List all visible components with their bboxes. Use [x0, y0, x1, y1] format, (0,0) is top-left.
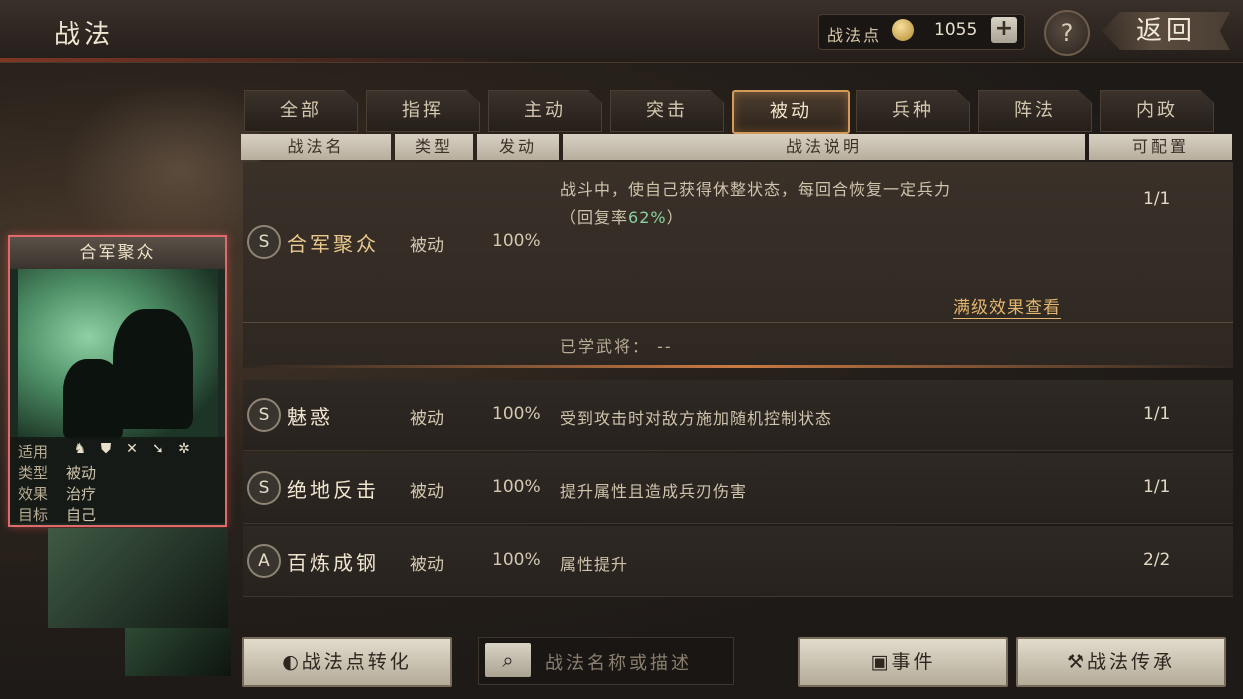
tactic-description: 受到攻击时对敌方施加随机控制状态 [560, 409, 833, 428]
top-bar-accent [0, 58, 520, 62]
wheel-icon: ✲ [178, 441, 190, 457]
tab-command[interactable]: 指挥 [366, 90, 480, 132]
recovery-rate-value: 62% [628, 208, 667, 227]
shield-icon: ⛊ [100, 441, 112, 457]
tactic-name: 百炼成钢 [287, 551, 379, 575]
tab-passive[interactable]: 被动 [732, 90, 850, 134]
learned-generals: 已学武将： -- [560, 333, 673, 357]
tactic-recovery-rate: （回复率62%） [560, 204, 684, 228]
tactic-points-icon [892, 19, 914, 41]
column-header-name: 战法名 [241, 134, 391, 160]
column-header-configurable: 可配置 [1089, 134, 1232, 160]
tactic-description: 提升属性且造成兵刃伤害 [560, 482, 748, 501]
column-header-trigger: 发动 [477, 134, 559, 160]
cavalry-icon: ♞ [73, 441, 87, 457]
search-box[interactable]: ⌕ 战法名称或描述 [478, 637, 734, 685]
tab-active[interactable]: 主动 [488, 90, 602, 132]
learned-generals-value: -- [657, 337, 673, 356]
side-hero-art-lower [125, 628, 231, 676]
recovery-rate-prefix: （回复率 [560, 208, 629, 227]
grade-badge: A [247, 544, 281, 578]
help-button[interactable]: ? [1044, 10, 1090, 56]
row-separator [243, 322, 1233, 323]
convert-points-button[interactable]: ◐战法点转化 [242, 637, 452, 687]
tactic-trigger-rate: 100% [492, 477, 541, 497]
tactic-type: 被动 [410, 482, 444, 502]
tactic-trigger-rate: 100% [492, 550, 541, 570]
search-icon[interactable]: ⌕ [485, 643, 531, 677]
card-type-label: 类型 [18, 464, 49, 482]
grade-badge: S [247, 398, 281, 432]
add-points-button[interactable]: + [991, 17, 1017, 43]
bow-icon: ✕ [126, 441, 138, 457]
tactic-configurable-count: 1/1 [1143, 404, 1171, 424]
back-button[interactable]: 返回 [1102, 12, 1230, 50]
tactic-description: 战斗中，使自己获得休整状态，每回合恢复一定兵力 [560, 180, 952, 199]
tactic-name: 合军聚众 [287, 232, 379, 256]
inherit-label: 战法传承 [1087, 651, 1176, 673]
side-hero-art [48, 528, 228, 628]
full-level-effect-link[interactable]: 满级效果查看 [953, 293, 1061, 319]
card-effect-label: 效果 [18, 485, 49, 503]
tactic-row[interactable]: S 魅惑 被动 100% 受到攻击时对敌方施加随机控制状态 1/1 [243, 380, 1233, 451]
card-effect-row: 效果 治疗 [18, 483, 96, 504]
tactic-type: 被动 [410, 236, 444, 256]
card-apply-row: 适用 [18, 441, 66, 462]
card-effect-value: 治疗 [66, 485, 97, 503]
recovery-rate-suffix: ） [666, 208, 684, 227]
hero-background-art [60, 80, 260, 260]
convert-icon: ◐ [282, 651, 302, 673]
event-label: 事件 [891, 651, 936, 673]
tactic-trigger-rate: 100% [492, 404, 541, 424]
card-type-row: 类型 被动 [18, 462, 96, 483]
tab-all[interactable]: 全部 [244, 90, 358, 132]
spear-icon: ➘ [152, 441, 164, 457]
skill-detail-card: 合军聚众 适用 类型 被动 效果 治疗 目标 自己 ♞ ⛊ ✕ ➘ ✲ [8, 235, 227, 527]
card-target-label: 目标 [18, 506, 49, 524]
tactic-name: 魅惑 [287, 405, 333, 429]
card-target-value: 自己 [66, 506, 97, 524]
card-skill-art [18, 269, 218, 439]
tactic-name: 绝地反击 [287, 478, 379, 502]
tactic-row-expanded[interactable]: S 合军聚众 被动 100% 战斗中，使自己获得休整状态，每回合恢复一定兵力 （… [243, 162, 1233, 368]
tab-internal-affairs[interactable]: 内政 [1100, 90, 1214, 132]
card-apply-label: 适用 [18, 443, 49, 461]
search-input[interactable]: 战法名称或描述 [545, 649, 692, 675]
expanded-row-highlight [243, 365, 1233, 368]
tactic-configurable-count: 1/1 [1143, 189, 1171, 209]
hammer-icon: ⚒ [1066, 651, 1088, 673]
column-header-type: 类型 [395, 134, 473, 160]
learned-generals-label: 已学武将： [560, 337, 651, 356]
tactic-configurable-count: 1/1 [1143, 477, 1171, 497]
convert-label: 战法点转化 [301, 651, 412, 673]
tab-formation[interactable]: 阵法 [978, 90, 1092, 132]
grade-badge: S [247, 471, 281, 505]
tab-assault[interactable]: 突击 [610, 90, 724, 132]
event-icon: ▣ [870, 651, 892, 673]
event-button[interactable]: ▣事件 [798, 637, 1008, 687]
tactic-configurable-count: 2/2 [1143, 550, 1171, 570]
card-type-value: 被动 [66, 464, 97, 482]
tactic-list[interactable]: S 合军聚众 被动 100% 战斗中，使自己获得休整状态，每回合恢复一定兵力 （… [243, 162, 1233, 622]
apply-troop-icons: ♞ ⛊ ✕ ➘ ✲ [70, 440, 194, 458]
card-figure-silhouette [113, 309, 193, 429]
tactic-type: 被动 [410, 555, 444, 575]
tactic-trigger-rate: 100% [492, 231, 541, 251]
tactic-type: 被动 [410, 409, 444, 429]
tactic-row[interactable]: S 绝地反击 被动 100% 提升属性且造成兵刃伤害 1/1 [243, 453, 1233, 524]
card-skill-name: 合军聚众 [10, 237, 225, 269]
inherit-tactic-button[interactable]: ⚒战法传承 [1016, 637, 1226, 687]
column-header-description: 战法说明 [563, 134, 1085, 160]
grade-badge: S [247, 225, 281, 259]
tactic-row[interactable]: A 百炼成钢 被动 100% 属性提升 2/2 [243, 526, 1233, 597]
tactic-points-value: 1055 [934, 20, 978, 40]
card-figure-silhouette [63, 359, 123, 439]
card-target-row: 目标 自己 [18, 504, 96, 525]
tab-troop[interactable]: 兵种 [856, 90, 970, 132]
tactic-description: 属性提升 [560, 555, 629, 574]
page-title: 战法 [54, 20, 115, 50]
tactic-points-label: 战法点 [827, 26, 882, 45]
